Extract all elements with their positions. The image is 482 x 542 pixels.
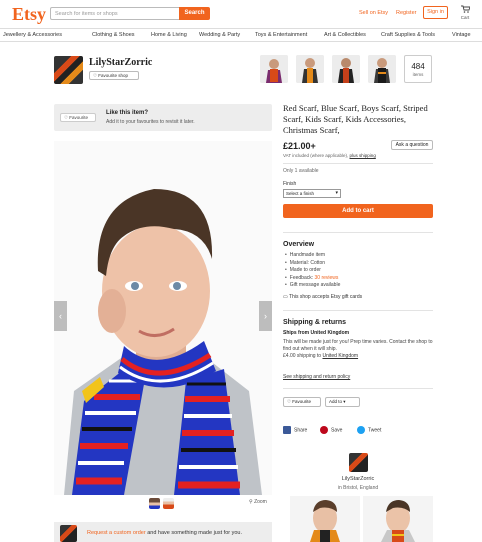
- add-to-button[interactable]: Add to ▾: [325, 397, 360, 407]
- search-input[interactable]: Search for items or shops: [50, 7, 179, 20]
- shop-name[interactable]: LilyStarZorric: [89, 57, 152, 68]
- save-label: Save: [331, 427, 343, 434]
- divider: [283, 232, 433, 233]
- zoom-button[interactable]: ⚲ Zoom: [249, 499, 267, 505]
- overview-item-feedback: Feedback: 30 reviews: [285, 275, 340, 283]
- tweet-label: Tweet: [368, 427, 382, 434]
- shop-item-thumbnail[interactable]: [260, 55, 288, 83]
- register-link[interactable]: Register: [396, 10, 416, 16]
- divider: [283, 388, 433, 389]
- cart-label: Cart: [460, 15, 470, 20]
- ask-question-button[interactable]: Ask a question: [391, 140, 433, 150]
- finish-select[interactable]: Select a finish ▾: [283, 189, 341, 198]
- share-label: Share: [294, 427, 308, 434]
- finish-value: Select a finish: [286, 191, 315, 196]
- chevron-right-icon: ›: [264, 311, 267, 321]
- sign-in-button[interactable]: Sign in: [423, 6, 448, 19]
- seller-name[interactable]: LilyStarZorric: [283, 476, 433, 482]
- pinterest-save-button[interactable]: Save: [320, 426, 342, 434]
- availability: Only 1 available: [283, 168, 319, 174]
- previous-image-button[interactable]: ‹: [54, 301, 67, 331]
- nav-item-jewellery[interactable]: Jewellery & Accessories: [3, 32, 62, 38]
- divider: [283, 163, 433, 164]
- overview-item: Made to order: [285, 267, 340, 275]
- custom-order-text: Request a custom order and have somethin…: [87, 530, 242, 536]
- chevron-left-icon: ‹: [59, 311, 62, 321]
- favourite-shop-button[interactable]: ♡ Favourite shop: [89, 71, 139, 80]
- next-image-button[interactable]: ›: [259, 301, 272, 331]
- item-count-number: 484: [411, 62, 425, 71]
- pinterest-icon: [320, 426, 328, 434]
- shipping-cost: £4.00 shipping to: [283, 353, 323, 359]
- listing-main-image[interactable]: [54, 141, 272, 495]
- listing-title: Red Scarf, Blue Scarf, Boys Scarf, Strip…: [283, 103, 428, 135]
- chevron-down-icon: ▾: [335, 190, 338, 196]
- custom-order-link[interactable]: Request a custom order: [87, 530, 146, 536]
- shipping-desc: This will be made just for you! Prep tim…: [283, 339, 433, 352]
- twitter-tweet-button[interactable]: Tweet: [357, 426, 381, 434]
- seller-avatar[interactable]: [349, 453, 368, 472]
- shop-item-count[interactable]: 484 items: [404, 55, 432, 83]
- seller-location: in Bristol, England: [337, 485, 379, 491]
- category-nav: Jewellery & Accessories Clothing & Shoes…: [0, 28, 482, 42]
- shop-item-thumbnail[interactable]: [296, 55, 324, 83]
- favourite-button[interactable]: ♡ Favourite: [283, 397, 321, 407]
- nav-item-home[interactable]: Home & Living: [151, 32, 187, 38]
- shop-item-thumbnail[interactable]: [332, 55, 360, 83]
- vat-note: VAT included (where applicable), plus sh…: [283, 153, 376, 158]
- nav-item-clothing[interactable]: Clothing & Shoes: [92, 32, 135, 38]
- shipping-text: This will be made just for you! Prep tim…: [283, 339, 433, 360]
- custom-order-desc: and have something made just for you.: [145, 530, 243, 536]
- nav-item-vintage[interactable]: Vintage: [452, 32, 471, 38]
- gift-cards-text: This shop accepts Etsy gift cards: [289, 294, 363, 300]
- like-title: Like this item?: [106, 110, 149, 116]
- overview-item: Gift message available: [285, 282, 341, 290]
- facebook-share-button[interactable]: Share: [283, 426, 307, 434]
- sell-on-etsy-link[interactable]: Sell on Etsy: [359, 10, 388, 16]
- ships-from: Ships from United Kingdom: [283, 330, 350, 336]
- like-subtitle: Add it to your favourites to revisit it …: [106, 119, 195, 125]
- finish-label: Finish: [283, 181, 297, 187]
- facebook-icon: [283, 426, 291, 434]
- item-count-label: items: [412, 72, 424, 77]
- shipping-country-link[interactable]: United Kingdom: [322, 353, 358, 359]
- shipping-heading: Shipping & returns: [283, 319, 346, 326]
- vat-text: VAT included (where applicable),: [283, 153, 350, 158]
- favourite-shop-label: Favourite shop: [98, 73, 129, 78]
- gallery-thumbnail[interactable]: [149, 498, 160, 509]
- overview-item: Material: Cotton: [285, 260, 340, 268]
- cart-icon: [460, 5, 471, 13]
- nav-item-craft[interactable]: Craft Supplies & Tools: [381, 32, 435, 38]
- overview-list: Handmade item Material: Cotton Made to o…: [285, 252, 341, 290]
- add-to-cart-button[interactable]: Add to cart: [283, 204, 433, 218]
- shop-avatar-small: [60, 525, 77, 542]
- favourite-label: Favourite: [292, 399, 312, 404]
- plus-shipping-link[interactable]: plus shipping: [350, 153, 376, 158]
- search-button[interactable]: Search: [179, 7, 210, 20]
- nav-item-toys[interactable]: Toys & Entertainment: [255, 32, 307, 38]
- zoom-label: Zoom: [254, 499, 267, 505]
- shipping-policy-link[interactable]: See shipping and return policy: [283, 374, 350, 380]
- related-item-image[interactable]: [290, 496, 360, 542]
- twitter-icon: [357, 426, 365, 434]
- overview-item: Handmade item: [285, 252, 340, 260]
- feedback-prefix: Feedback:: [289, 274, 315, 281]
- shop-item-thumbnail[interactable]: [368, 55, 396, 83]
- cart-button[interactable]: Cart: [458, 5, 472, 20]
- nav-item-art[interactable]: Art & Collectibles: [324, 32, 366, 38]
- gallery-thumbnail[interactable]: [163, 498, 174, 509]
- add-to-label: Add to: [329, 399, 343, 404]
- chevron-down-icon: ▾: [342, 399, 346, 404]
- favourite-button-label: Favourite: [69, 115, 89, 120]
- reviews-link[interactable]: 30 reviews: [315, 275, 339, 281]
- favourite-item-button[interactable]: ♡ Favourite: [60, 113, 96, 122]
- gift-cards-note: ▭ This shop accepts Etsy gift cards: [283, 294, 362, 300]
- nav-item-wedding[interactable]: Wedding & Party: [199, 32, 240, 38]
- listing-price: £21.00+: [283, 141, 316, 151]
- overview-heading: Overview: [283, 241, 315, 248]
- divider: [283, 310, 433, 311]
- related-item-image[interactable]: [363, 496, 433, 542]
- etsy-logo[interactable]: Etsy: [12, 4, 46, 25]
- shop-avatar[interactable]: [54, 56, 83, 84]
